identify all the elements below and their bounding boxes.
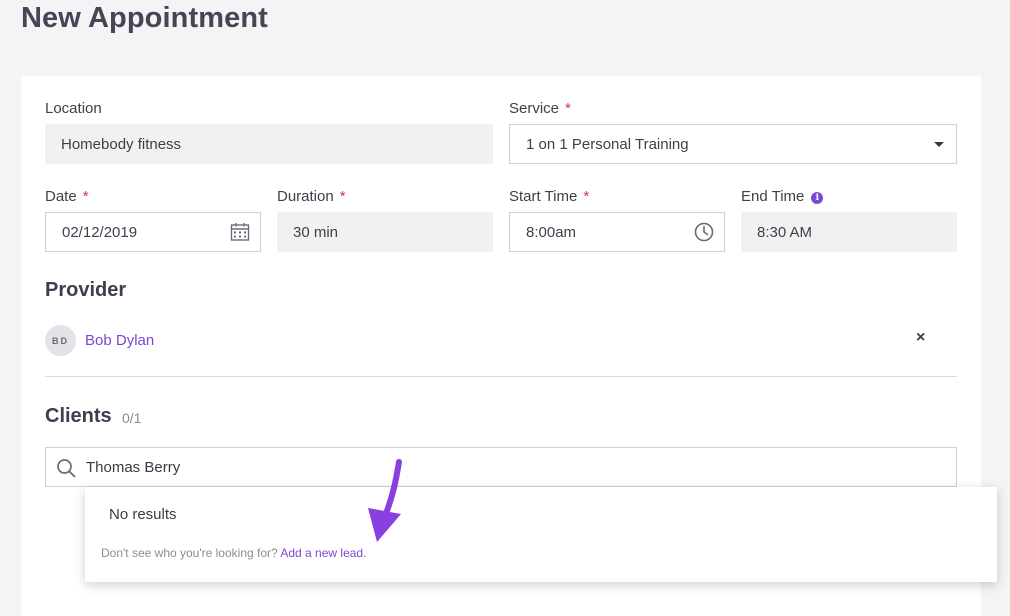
clients-count: 0/1 [122, 410, 142, 426]
start-time-value: 8:00am [526, 223, 577, 241]
arrow-annotation [368, 459, 402, 542]
start-time-label: Start Time * [509, 188, 589, 205]
date-label-text: Date [45, 188, 77, 205]
divider [45, 376, 957, 377]
page-title: New Appointment [21, 2, 268, 34]
location-field: Homebody fitness [45, 124, 493, 164]
info-icon[interactable]: i [811, 192, 824, 204]
end-time-value: 8:30 AM [757, 223, 813, 241]
end-time-label-text: End Time [741, 188, 805, 205]
add-lead-hint: Don't see who you're looking for? Add a … [101, 546, 366, 560]
no-results-text: No results [109, 506, 177, 523]
location-value: Homebody fitness [61, 135, 182, 153]
required-mark: * [583, 188, 590, 205]
location-label-text: Location [45, 100, 102, 117]
calendar-icon[interactable] [230, 222, 250, 242]
clients-title: Clients [45, 405, 112, 427]
provider-title: Provider [45, 279, 127, 301]
service-label: Service * [509, 100, 571, 117]
client-search-input[interactable] [86, 448, 946, 486]
required-mark: * [565, 100, 571, 117]
close-icon[interactable]: × [916, 329, 925, 347]
duration-field: 30 min [277, 212, 493, 252]
duration-label: Duration * [277, 188, 346, 205]
end-time-field: 8:30 AM [741, 212, 957, 252]
service-label-text: Service [509, 100, 560, 117]
service-select[interactable]: 1 on 1 Personal Training [509, 124, 957, 164]
provider-name-link[interactable]: Bob Dylan [85, 332, 154, 349]
client-search-dropdown: No results Don't see who you're looking … [85, 487, 997, 582]
avatar: BD [45, 325, 76, 356]
search-icon [57, 459, 76, 478]
caret-down-icon [934, 142, 944, 147]
required-mark: * [82, 188, 89, 205]
clock-icon[interactable] [694, 222, 714, 242]
service-value: 1 on 1 Personal Training [526, 135, 689, 153]
required-mark: * [339, 188, 346, 205]
duration-label-text: Duration [277, 188, 334, 205]
date-label: Date * [45, 188, 89, 205]
start-time-label-text: Start Time [509, 188, 578, 205]
location-label: Location [45, 100, 102, 117]
hint-text: Don't see who you're looking for? [101, 546, 278, 560]
date-input[interactable]: 02/12/2019 [45, 212, 261, 252]
client-search[interactable] [45, 447, 957, 487]
duration-value: 30 min [293, 223, 339, 241]
end-time-label: End Time i [741, 188, 824, 205]
start-time-input[interactable]: 8:00am [509, 212, 725, 252]
add-new-lead-link[interactable]: Add a new lead. [280, 546, 366, 560]
date-value: 02/12/2019 [62, 223, 138, 241]
